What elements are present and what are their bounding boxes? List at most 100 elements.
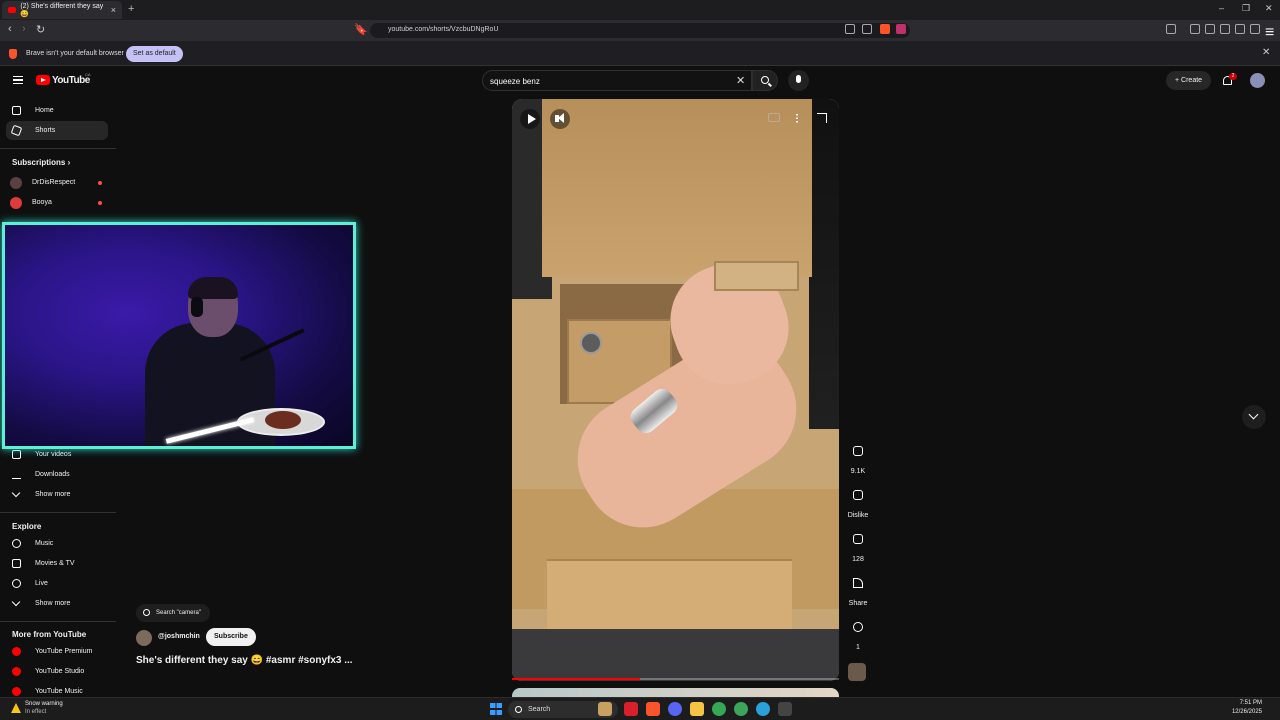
close-tab-icon[interactable]: × [111, 5, 116, 15]
sidebar-item-home[interactable]: Home [6, 101, 108, 120]
thumbs-up-icon [853, 446, 863, 456]
like-button[interactable]: 9.1K [845, 442, 871, 475]
home-icon [12, 106, 21, 115]
video-dark-region [809, 99, 839, 429]
channel-avatar[interactable] [136, 630, 152, 646]
minimize-icon[interactable]: – [1219, 3, 1224, 13]
search-button[interactable] [752, 70, 778, 91]
browser-tab[interactable]: (2) She's different they say 😄 × [2, 1, 122, 19]
brave-icon [9, 49, 17, 59]
sidebar-toggle-icon[interactable] [1166, 24, 1176, 34]
back-icon[interactable]: ‹ [8, 23, 12, 35]
address-bar-row: ‹ › ↻ 🔖 youtube.com/shorts/VzcbuDNgRoU ≡ [0, 20, 1280, 41]
leo-ai-icon[interactable] [1235, 24, 1245, 34]
live-indicator-icon [98, 180, 102, 185]
sidebar-item-shorts[interactable]: Shorts [6, 121, 108, 140]
panel-icon[interactable] [1205, 24, 1215, 34]
weather-subtitle: In effect [25, 709, 47, 715]
captions-icon[interactable] [768, 113, 780, 122]
url-field[interactable]: youtube.com/shorts/VzcbuDNgRoU [370, 23, 910, 38]
chrome-icon[interactable] [712, 702, 726, 716]
warning-icon[interactable] [11, 703, 21, 713]
task-view-icon[interactable] [598, 702, 612, 716]
windows-start-icon[interactable] [490, 703, 502, 715]
share-page-icon[interactable] [862, 24, 872, 34]
sidebar-item-booya[interactable]: Booya [6, 193, 108, 212]
app-icon[interactable] [624, 702, 638, 716]
channel-avatar [10, 196, 22, 209]
default-browser-infobar: Brave isn't your default browser Set as … [0, 41, 1280, 66]
new-tab-icon[interactable]: + [128, 3, 134, 15]
set-default-button[interactable]: Set as default [126, 46, 183, 62]
subscriptions-heading[interactable]: Subscriptions › [12, 158, 70, 167]
close-window-icon[interactable]: ✕ [1265, 3, 1273, 14]
search-input[interactable]: squeeze benz [482, 70, 752, 91]
video-progress-bar[interactable] [512, 678, 839, 680]
clock-date[interactable]: 12/26/2025 [1222, 709, 1262, 715]
sidebar-item-music[interactable]: Music [6, 534, 108, 553]
dislike-button[interactable]: Dislike [845, 486, 871, 519]
bookmark-icon[interactable]: 🔖 [354, 23, 368, 36]
knob [580, 332, 602, 354]
sidebar-divider [0, 148, 116, 149]
comments-button[interactable]: 128 [845, 530, 871, 563]
media-icon[interactable] [1190, 24, 1200, 34]
brave-rewards-icon[interactable] [896, 24, 906, 34]
cast-icon[interactable] [845, 24, 855, 34]
sound-thumbnail[interactable] [848, 663, 866, 681]
weather-title[interactable]: Snow warning [25, 701, 63, 707]
sidebar-item-youtube-premium[interactable]: YouTube Premium [6, 642, 108, 661]
search-icon [515, 706, 522, 713]
fullscreen-icon[interactable] [817, 113, 827, 123]
app-icon[interactable] [734, 702, 748, 716]
sidebar-item-show-more[interactable]: Show more [6, 485, 108, 504]
guide-menu-icon[interactable] [13, 76, 23, 84]
share-icon [853, 578, 863, 588]
chevron-down-icon [12, 490, 21, 499]
restore-icon[interactable]: ❐ [1242, 3, 1250, 14]
tab-title: (2) She's different they say 😄 [20, 2, 104, 18]
wallet-icon[interactable] [1220, 24, 1230, 34]
sidebar-item-explore-show-more[interactable]: Show more [6, 594, 108, 613]
more-options-icon[interactable] [796, 113, 798, 123]
chevron-down-icon [12, 599, 21, 608]
headset [191, 297, 203, 317]
sidebar-item-live[interactable]: Live [6, 574, 108, 593]
share-button[interactable]: Share [845, 574, 871, 607]
vpn-icon[interactable] [1250, 24, 1260, 34]
remix-icon [853, 622, 863, 632]
next-short-button[interactable] [1242, 405, 1266, 429]
play-icon [528, 114, 536, 124]
mute-button[interactable] [550, 109, 570, 129]
overflow-icon[interactable] [778, 702, 792, 716]
file-explorer-icon[interactable] [690, 702, 704, 716]
remix-button[interactable]: 1 [845, 618, 871, 651]
play-button[interactable] [520, 109, 540, 129]
search-suggestion-chip[interactable]: Search "camera" [136, 604, 210, 622]
subscribe-button[interactable]: Subscribe [206, 628, 256, 646]
forward-icon[interactable]: › [22, 23, 26, 35]
create-button[interactable]: + Create [1166, 71, 1212, 90]
clear-search-icon[interactable]: ✕ [736, 74, 745, 87]
reload-icon[interactable]: ↻ [36, 23, 45, 36]
sidebar-item-downloads[interactable]: Downloads [6, 465, 108, 484]
telegram-icon[interactable] [756, 702, 770, 716]
youtube-logo-icon[interactable] [36, 75, 50, 85]
menu-icon[interactable]: ≡ [1265, 24, 1275, 41]
brave-browser-icon[interactable] [646, 702, 660, 716]
sidebar-item-drdisrespect[interactable]: DrDisRespect [6, 173, 108, 192]
voice-search-button[interactable] [788, 70, 809, 91]
clock-time[interactable]: 7:51 PM [1232, 700, 1262, 706]
brave-shields-icon[interactable] [880, 24, 890, 34]
account-avatar[interactable] [1250, 73, 1265, 88]
discord-icon[interactable] [668, 702, 682, 716]
short-title[interactable]: She's different they say 😄 #asmr #sonyfx… [136, 655, 353, 666]
channel-name[interactable]: @joshmchin [158, 633, 200, 640]
search-icon [761, 76, 769, 84]
sidebar-item-youtube-studio[interactable]: YouTube Studio [6, 662, 108, 681]
share-label: Share [848, 600, 868, 607]
sidebar-item-movies-tv[interactable]: Movies & TV [6, 554, 108, 573]
box-lid [542, 99, 812, 277]
shorts-video-player[interactable] [512, 99, 839, 681]
close-infobar-icon[interactable]: ✕ [1262, 47, 1270, 58]
